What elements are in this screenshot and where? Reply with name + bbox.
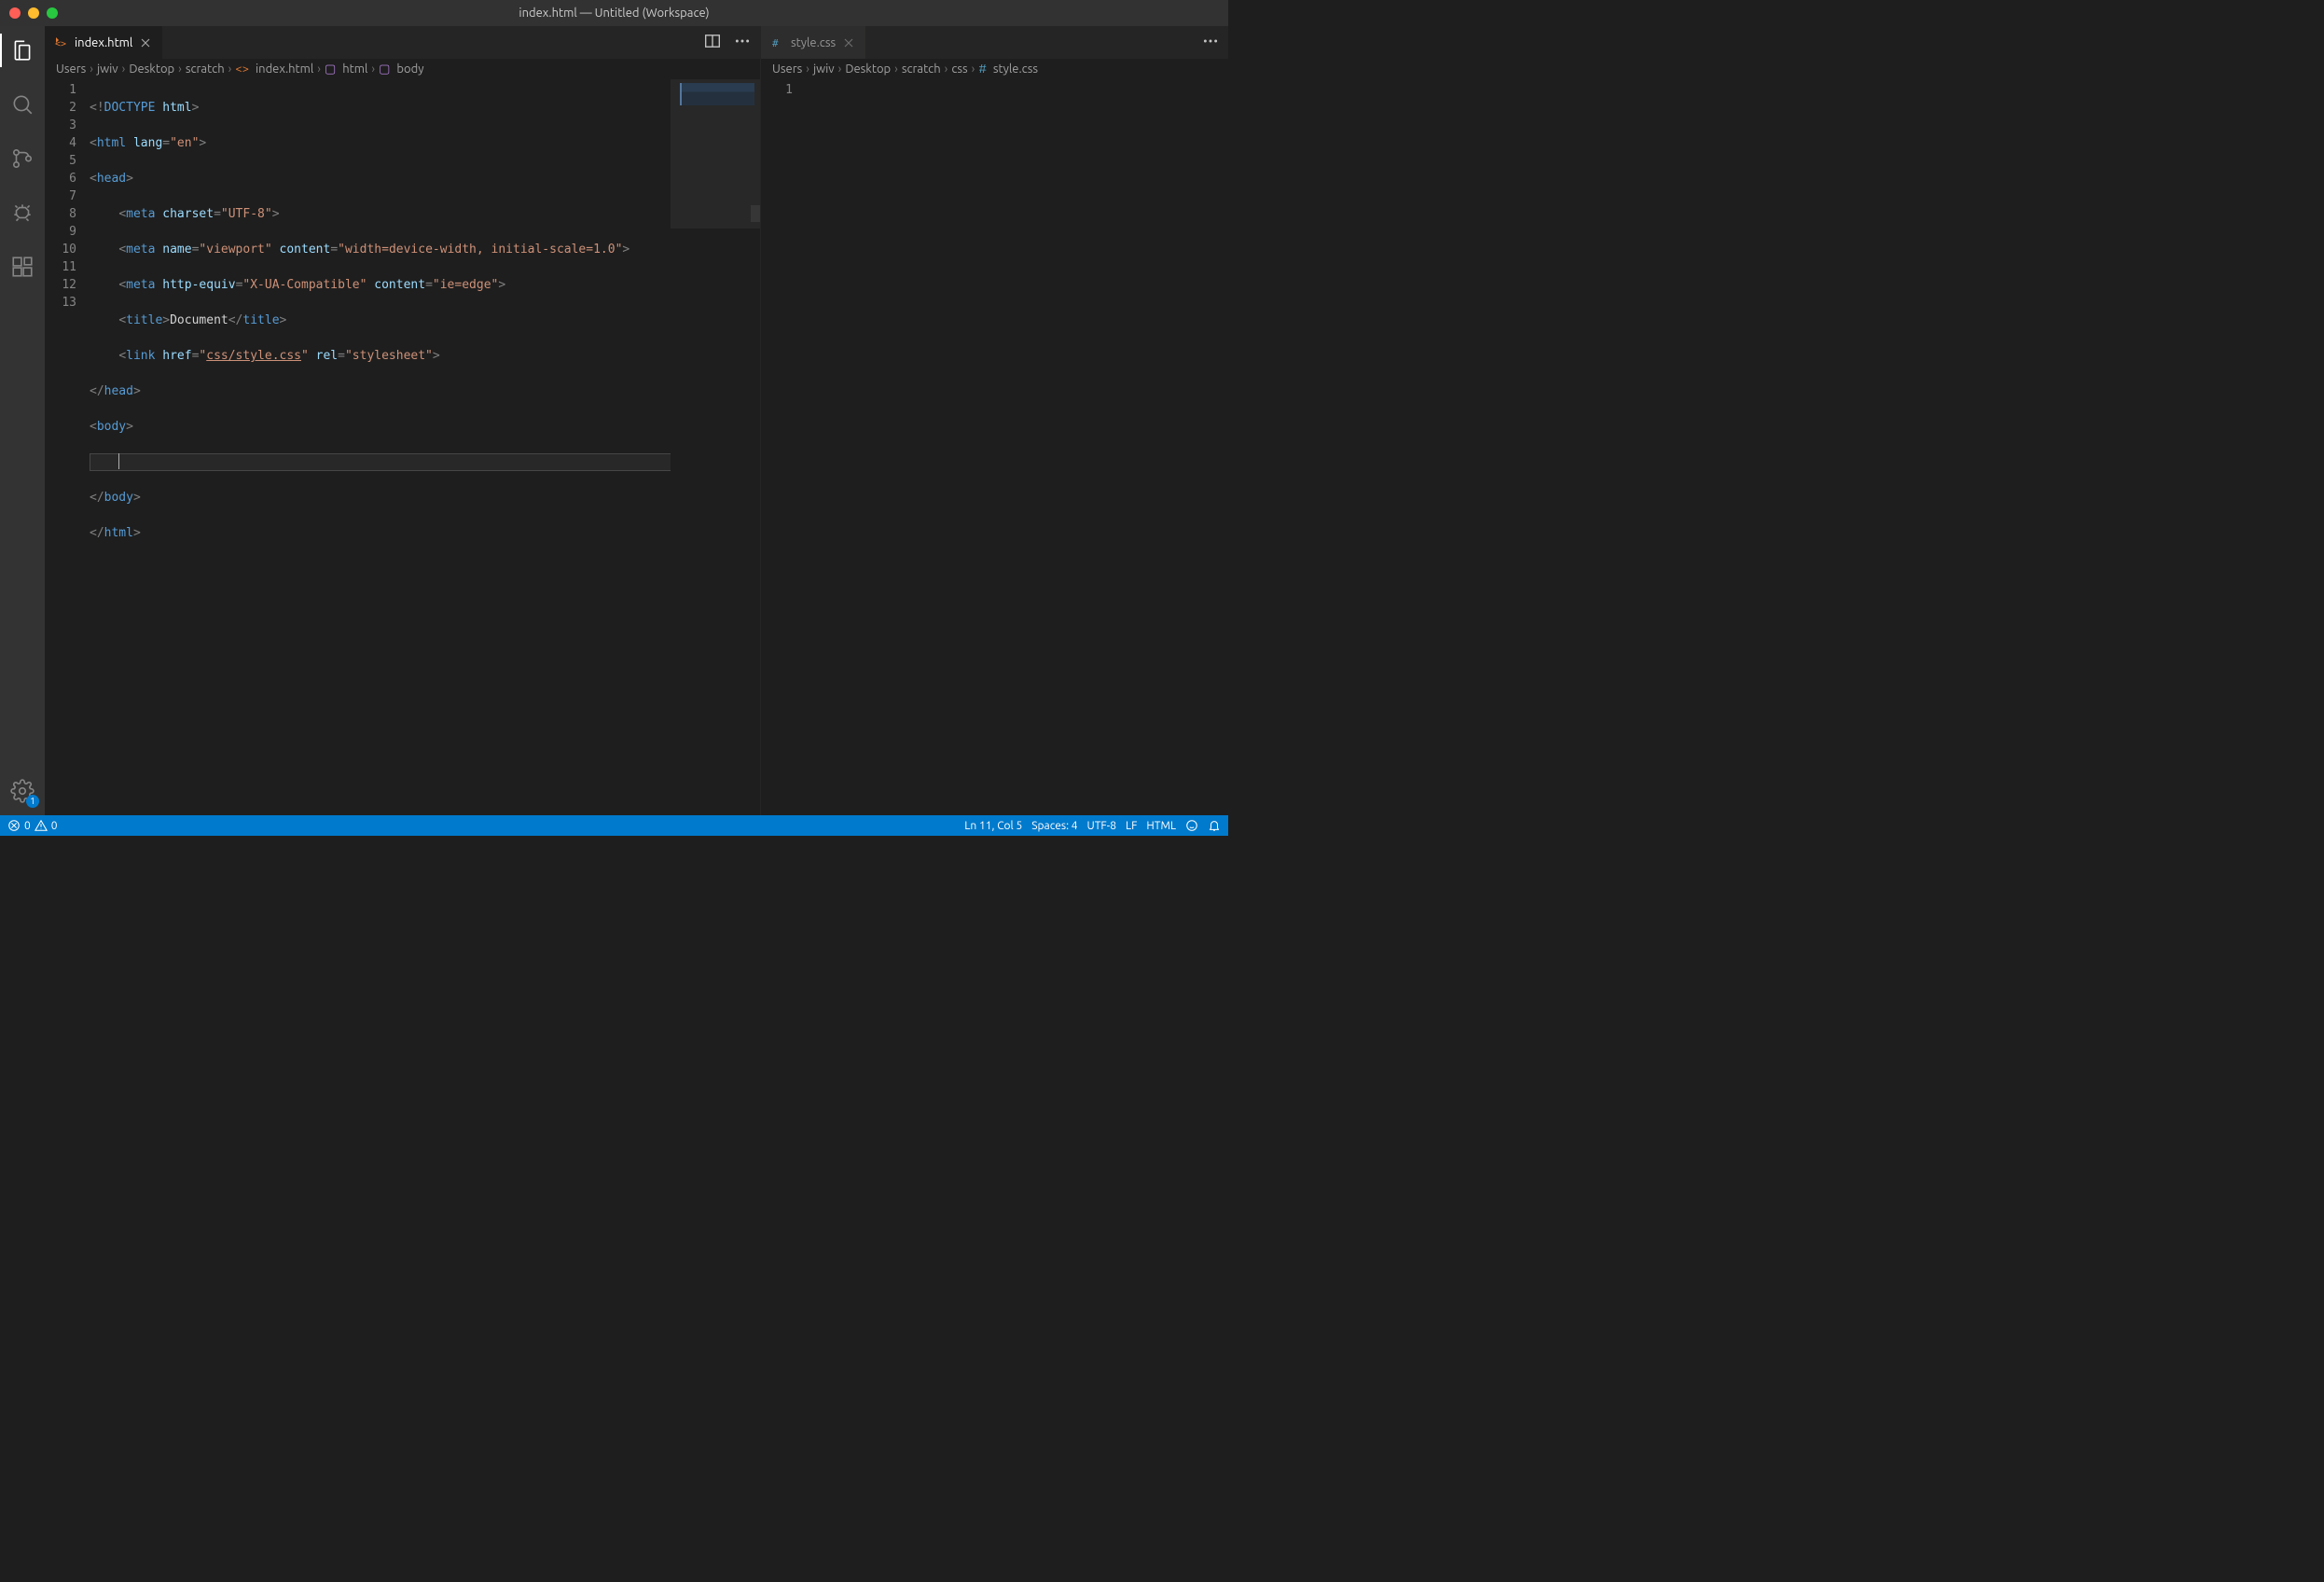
svg-text:#: #: [772, 37, 779, 49]
status-cursor-position[interactable]: Ln 11, Col 5: [964, 820, 1022, 832]
breadcrumb-item[interactable]: jwiv: [97, 62, 118, 76]
more-actions-icon[interactable]: [734, 33, 751, 52]
breadcrumbs-left[interactable]: Users› jwiv› Desktop› scratch› <> index.…: [45, 59, 760, 79]
more-actions-icon[interactable]: [1202, 33, 1219, 52]
status-language-mode[interactable]: HTML: [1146, 820, 1176, 832]
activity-explorer-icon[interactable]: [0, 32, 45, 69]
tab-bar-right: # style.css: [761, 26, 1228, 59]
window-title: index.html — Untitled (Workspace): [0, 7, 1228, 20]
settings-badge: 1: [26, 795, 39, 808]
line-number-gutter: 1: [761, 79, 806, 815]
symbol-icon: ▢: [379, 62, 390, 76]
line-number-gutter: 12345678910111213: [45, 79, 90, 815]
breadcrumb-item[interactable]: jwiv: [813, 62, 835, 76]
activity-extensions-icon[interactable]: [0, 248, 45, 285]
editor-group-left: <> index.html U: [45, 26, 761, 815]
zoom-window-icon[interactable]: [47, 7, 58, 19]
svg-text:<>: <>: [55, 39, 66, 49]
code-content[interactable]: <!DOCTYPE html> <html lang="en"> <head> …: [90, 79, 760, 815]
symbol-icon: ▢: [325, 62, 336, 76]
css-file-icon: #: [978, 62, 987, 76]
activity-search-icon[interactable]: [0, 86, 45, 123]
tab-style-css[interactable]: # style.css: [761, 26, 866, 59]
manage-settings-icon[interactable]: 1: [0, 772, 45, 810]
css-file-icon: #: [770, 35, 785, 50]
close-tab-icon[interactable]: [841, 35, 856, 50]
text-cursor: [118, 453, 119, 469]
breadcrumb-item[interactable]: style.css: [993, 62, 1038, 76]
breadcrumb-item[interactable]: scratch: [186, 62, 225, 76]
status-encoding[interactable]: UTF-8: [1087, 820, 1116, 832]
breadcrumb-item[interactable]: Desktop: [129, 62, 174, 76]
status-warnings-count: 0: [51, 820, 58, 832]
breadcrumb-item[interactable]: css: [951, 62, 967, 76]
activity-run-debug-icon[interactable]: [0, 194, 45, 231]
titlebar: index.html — Untitled (Workspace): [0, 0, 1228, 26]
breadcrumb-item[interactable]: scratch: [902, 62, 941, 76]
breadcrumbs-right[interactable]: Users› jwiv› Desktop› scratch› css› # st…: [761, 59, 1228, 79]
breadcrumb-item[interactable]: index.html: [256, 62, 313, 76]
breadcrumb-item[interactable]: Desktop: [845, 62, 891, 76]
breadcrumb-item[interactable]: body: [396, 62, 423, 76]
status-notifications-icon[interactable]: [1208, 819, 1221, 832]
close-tab-icon[interactable]: [138, 35, 153, 50]
activity-source-control-icon[interactable]: [0, 140, 45, 177]
status-eol[interactable]: LF: [1126, 820, 1137, 832]
window-controls: [0, 7, 58, 19]
tab-label: index.html: [75, 36, 132, 49]
status-errors-count: 0: [24, 820, 31, 832]
minimap[interactable]: [671, 79, 760, 815]
status-feedback-icon[interactable]: [1185, 819, 1198, 832]
status-problems[interactable]: 0 0: [7, 819, 58, 832]
code-content[interactable]: [806, 79, 1228, 815]
tab-bar-left: <> index.html: [45, 26, 760, 59]
minimize-window-icon[interactable]: [28, 7, 39, 19]
code-editor-right[interactable]: 1: [761, 79, 1228, 815]
split-editor-icon[interactable]: [704, 33, 721, 52]
html-file-icon: <>: [54, 35, 69, 50]
status-bar: 0 0 Ln 11, Col 5 Spaces: 4 UTF-8 LF HTML: [0, 815, 1228, 836]
activity-bar: 1: [0, 26, 45, 815]
tab-index-html[interactable]: <> index.html: [45, 26, 163, 59]
breadcrumb-item[interactable]: Users: [772, 62, 802, 76]
status-indent[interactable]: Spaces: 4: [1031, 820, 1077, 832]
html-file-icon: <>: [235, 62, 249, 76]
breadcrumb-item[interactable]: html: [342, 62, 367, 76]
breadcrumb-item[interactable]: Users: [56, 62, 86, 76]
tab-label: style.css: [791, 36, 836, 49]
code-editor-left[interactable]: 12345678910111213 <!DOCTYPE html> <html …: [45, 79, 760, 815]
editor-group-right: # style.css Users› jwiv› Desktop›: [761, 26, 1228, 815]
close-window-icon[interactable]: [9, 7, 21, 19]
